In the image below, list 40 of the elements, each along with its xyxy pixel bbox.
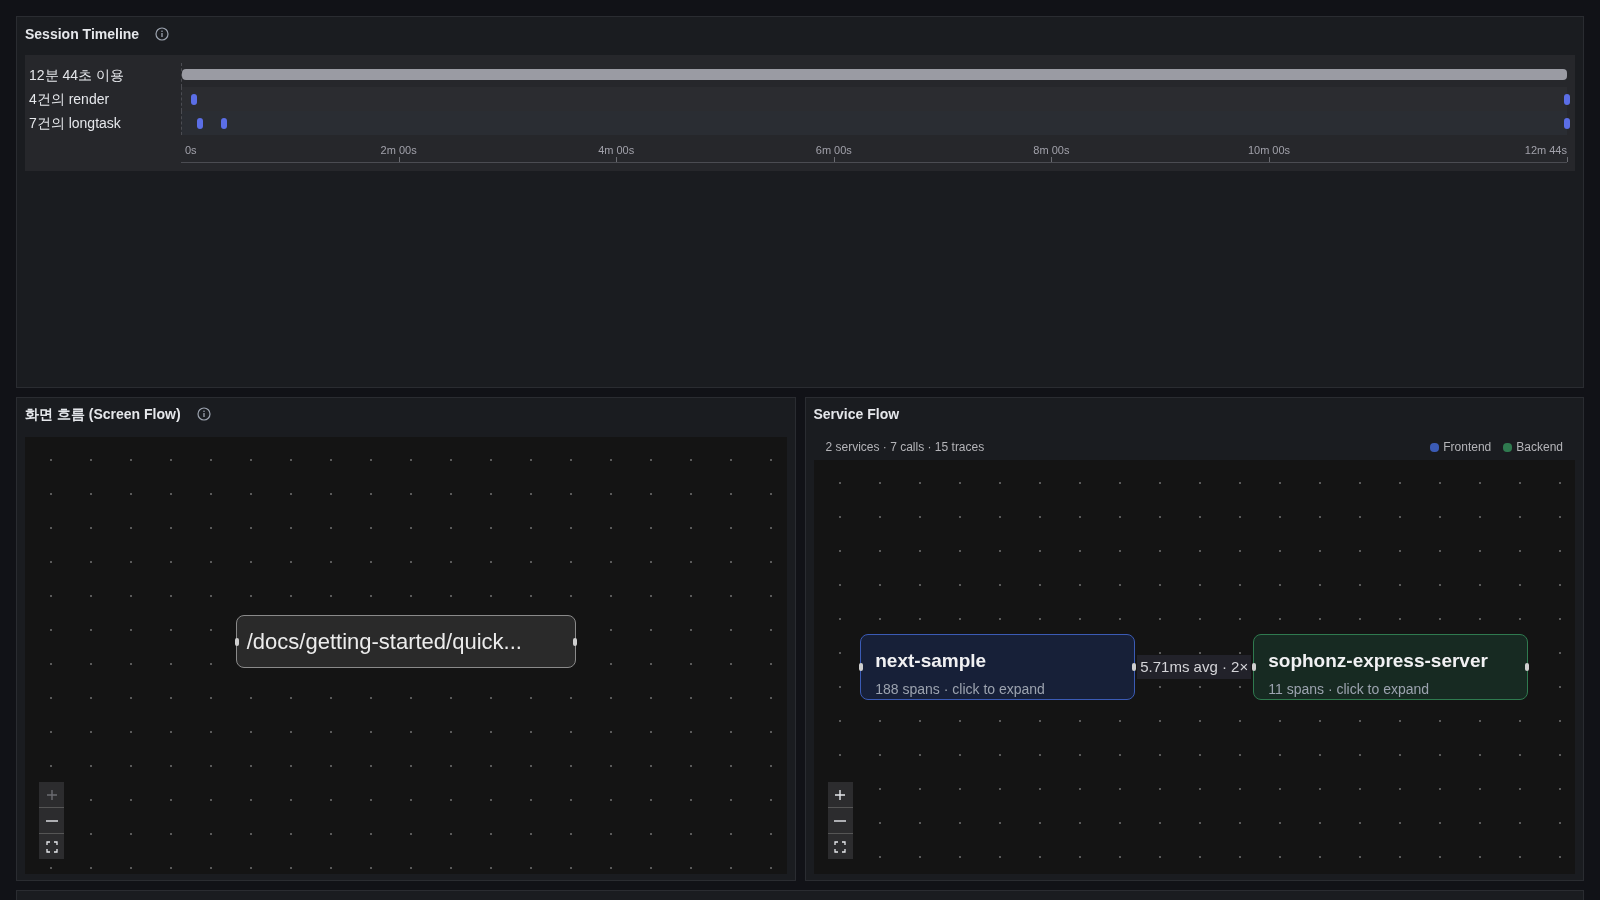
event-marker[interactable] <box>1564 94 1570 105</box>
event-marker[interactable] <box>1564 118 1570 129</box>
axis-tick-label: 10m 00s <box>1247 143 1291 158</box>
axis-tick-label: 4m 00s <box>598 143 635 158</box>
plus-icon <box>45 788 58 801</box>
panel-title: Service Flow <box>813 404 900 424</box>
axis-tick-label: 2m 00s <box>380 143 417 158</box>
flow-canvas[interactable]: next-sample 188 spans · click to expand 5.71ms avg · 2× sophonz-express-server 11 spans · click to expand <box>813 460 1575 874</box>
minus-icon <box>834 819 846 822</box>
zoom-in-button[interactable] <box>827 782 853 807</box>
info-icon[interactable] <box>155 27 170 41</box>
edge-label: 5.71ms avg · 2× <box>1137 655 1252 679</box>
axis-tick-label: 12m 44s <box>1524 143 1567 158</box>
plus-icon <box>834 788 846 801</box>
row-label: 12분 44초 이용 <box>29 65 125 85</box>
event-marker[interactable] <box>197 118 203 129</box>
row-label: 4건의 render <box>29 89 111 109</box>
axis-tick-label: 8m 00s <box>1033 143 1070 158</box>
flow-canvas[interactable]: /docs/getting-started/quick... <box>25 437 787 874</box>
axis-tick-label: 0s <box>185 143 197 158</box>
fit-view-icon <box>834 840 846 853</box>
axis-tick-label: 6m 00s <box>815 143 852 158</box>
zoom-out-button[interactable] <box>39 808 64 833</box>
service-node[interactable]: next-sample 188 spans · click to expand <box>860 634 1136 700</box>
panel-title: Session Timeline <box>25 24 140 44</box>
fit-view-icon <box>45 840 58 853</box>
event-marker[interactable] <box>191 94 198 105</box>
service-node[interactable]: sophonz-express-server 11 spans · click to expand <box>1253 634 1529 700</box>
zoom-out-button[interactable] <box>827 808 853 833</box>
legend-label: Frontend <box>1443 439 1492 456</box>
fit-view-button[interactable] <box>827 834 853 859</box>
event-marker[interactable] <box>220 118 227 129</box>
flow-summary: 2 services · 7 calls · 15 traces <box>825 439 985 456</box>
panel-title: 화면 흐름 (Screen Flow) <box>25 404 181 424</box>
row-label: 7건의 longtask <box>29 113 122 133</box>
minus-icon <box>45 819 58 822</box>
screen-node[interactable]: /docs/getting-started/quick... <box>235 615 576 668</box>
info-icon[interactable] <box>196 407 211 421</box>
fit-view-button[interactable] <box>39 834 64 859</box>
legend-label: Backend <box>1516 439 1563 456</box>
